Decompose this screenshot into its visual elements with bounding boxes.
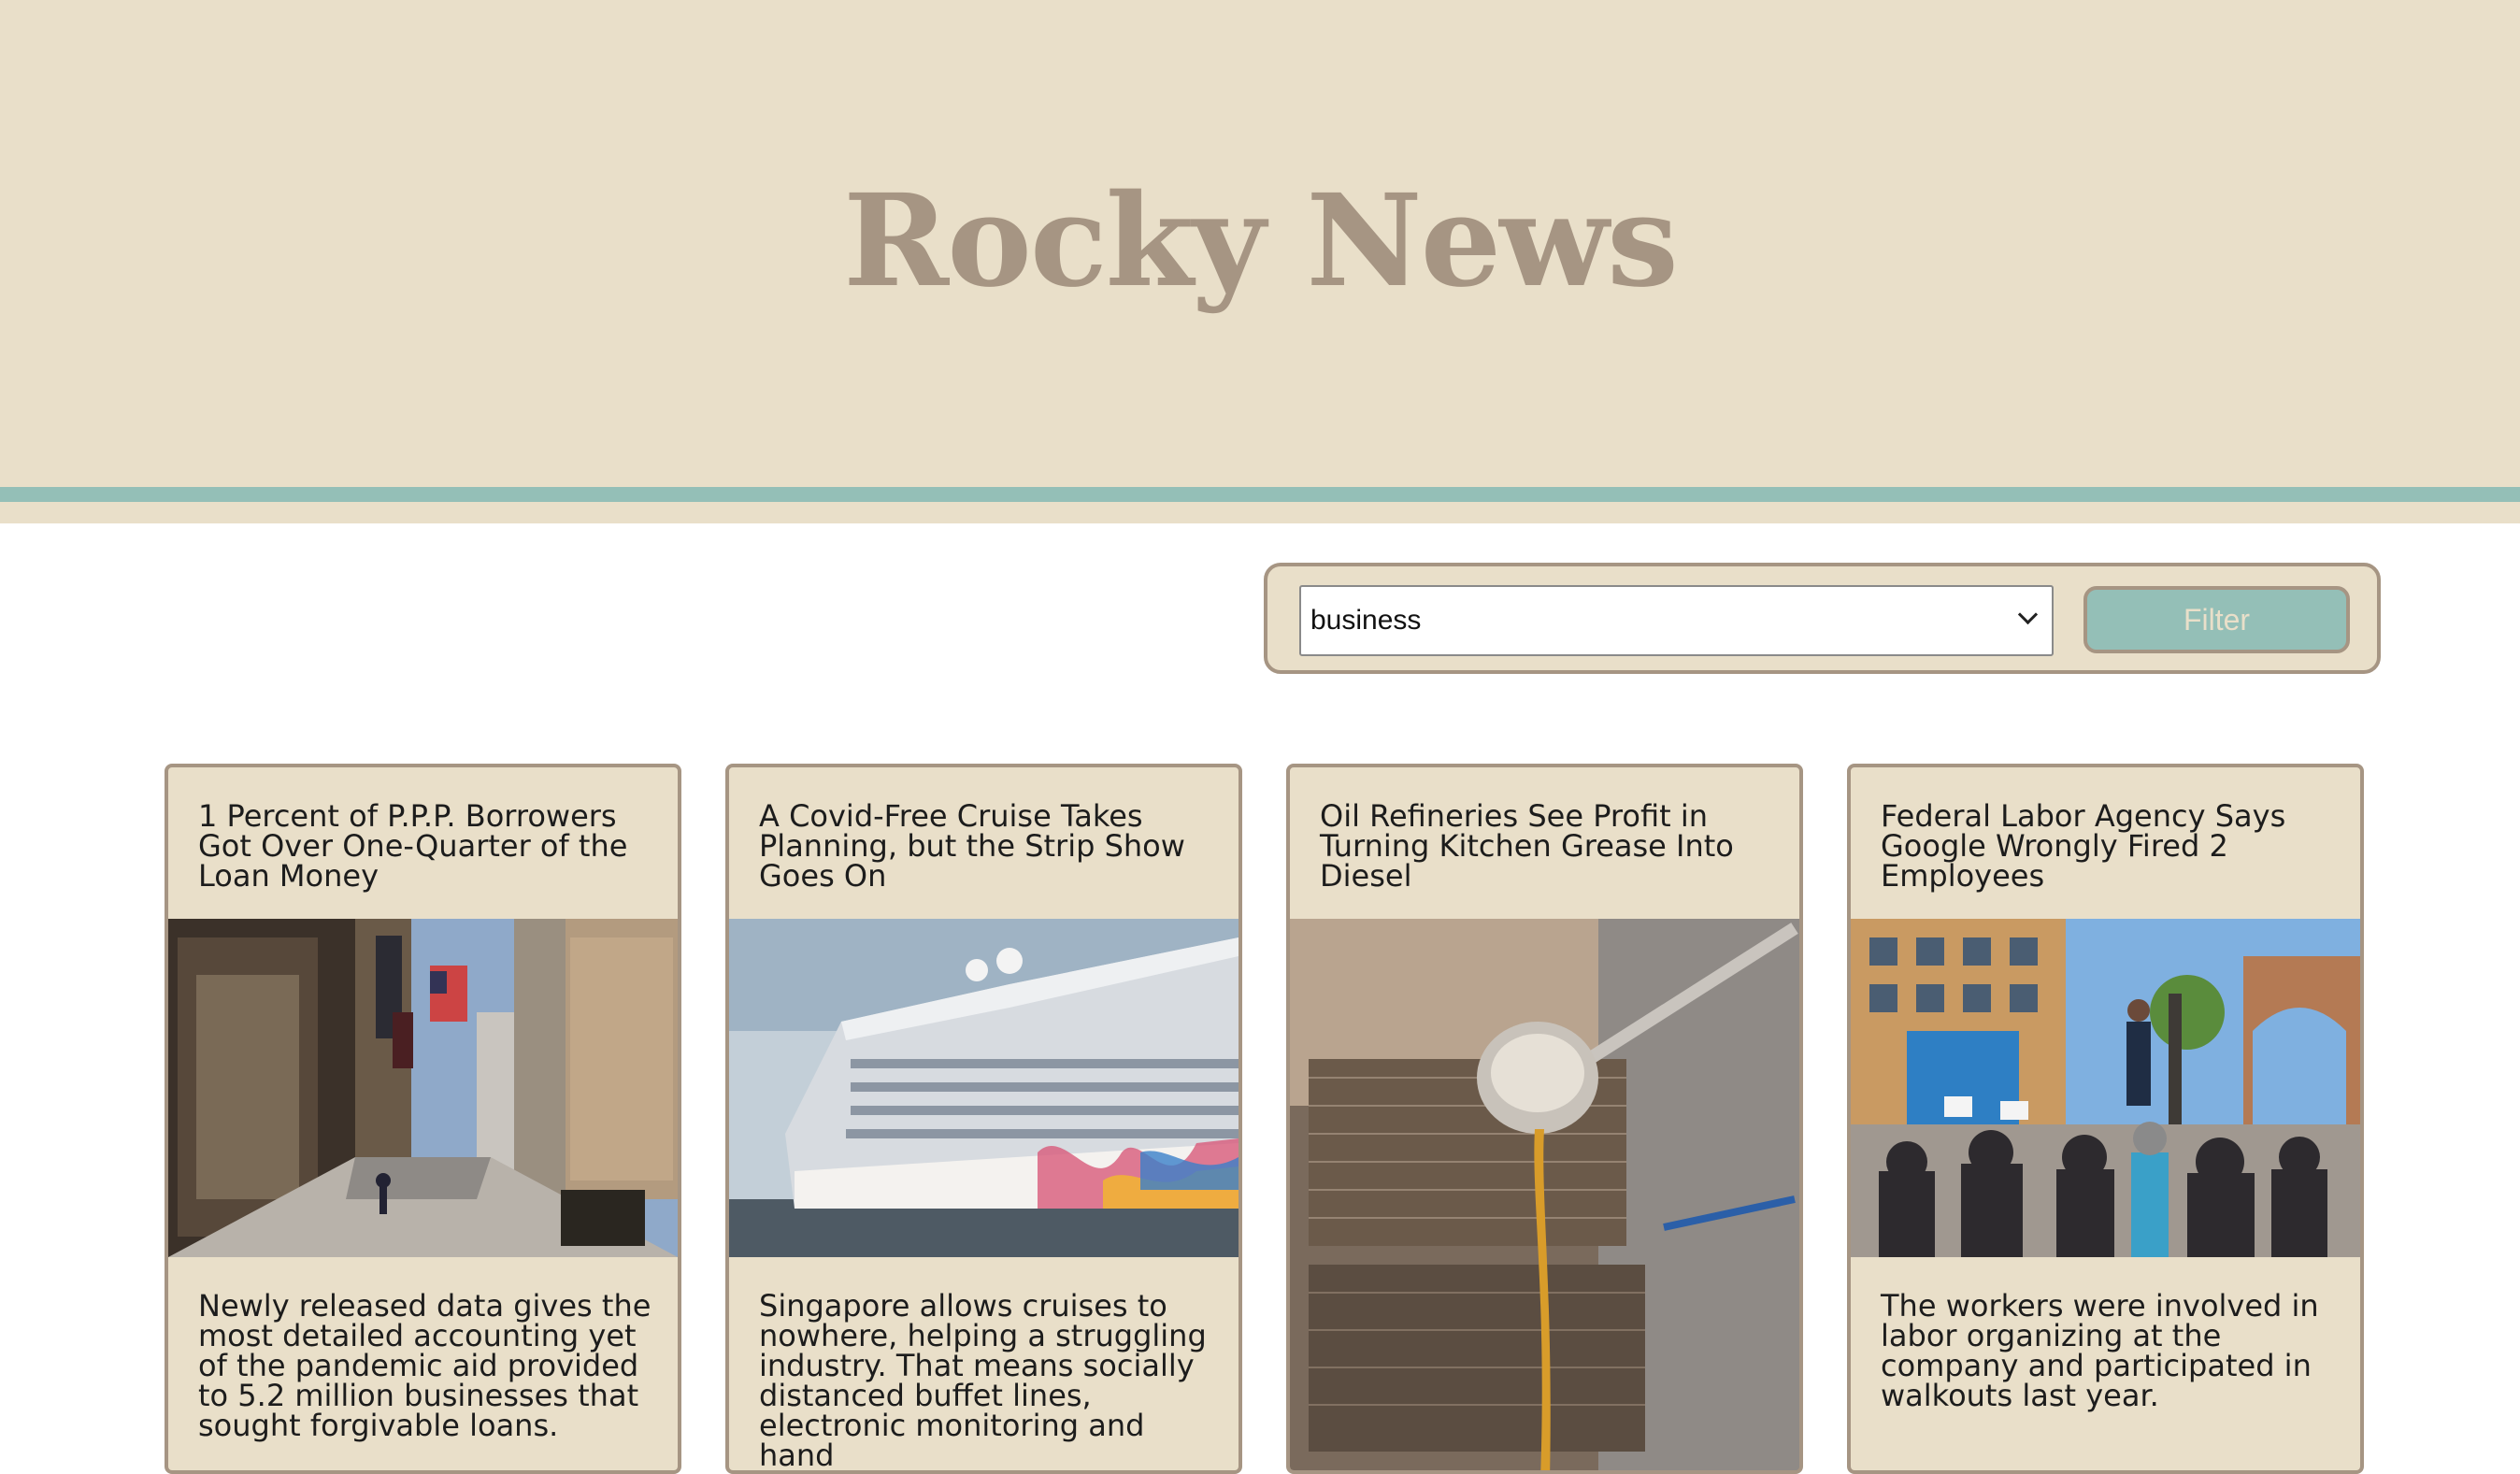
site-title: Rocky News — [843, 166, 1679, 316]
chevron-down-icon — [2017, 604, 2039, 625]
category-filter-panel: business Filter — [1264, 563, 2381, 674]
article-image-protest-crowd[interactable] — [1851, 919, 2360, 1257]
article-summary: The workers were involved in labor organ… — [1881, 1288, 2319, 1413]
article-image-cruise-ship[interactable] — [729, 919, 1239, 1257]
article-card[interactable]: Oil Refineries See Profit in Turning Kit… — [1286, 764, 1803, 1474]
masthead: Rocky News — [0, 0, 2520, 523]
article-image-fryer[interactable] — [1290, 919, 1799, 1470]
article-title[interactable]: Oil Refineries See Profit in Turning Kit… — [1320, 801, 1778, 891]
header-divider — [0, 487, 2520, 502]
article-image-city-street[interactable] — [168, 919, 678, 1257]
article-summary: Singapore allows cruises to nowhere, hel… — [759, 1288, 1207, 1473]
article-title[interactable]: Federal Labor Agency Says Google Wrongly… — [1881, 801, 2339, 891]
filter-button[interactable]: Filter — [2083, 586, 2350, 653]
article-card[interactable]: 1 Percent of P.P.P. Borrowers Got Over O… — [165, 764, 681, 1474]
article-summary: Newly released data gives the most detai… — [198, 1288, 651, 1443]
article-card[interactable]: Federal Labor Agency Says Google Wrongly… — [1847, 764, 2364, 1474]
article-title[interactable]: A Covid-Free Cruise Takes Planning, but … — [759, 801, 1217, 891]
article-title[interactable]: 1 Percent of P.P.P. Borrowers Got Over O… — [198, 801, 656, 891]
article-card[interactable]: A Covid-Free Cruise Takes Planning, but … — [725, 764, 1242, 1474]
category-select[interactable]: business — [1299, 585, 2054, 656]
category-select-value: business — [1310, 605, 1422, 636]
